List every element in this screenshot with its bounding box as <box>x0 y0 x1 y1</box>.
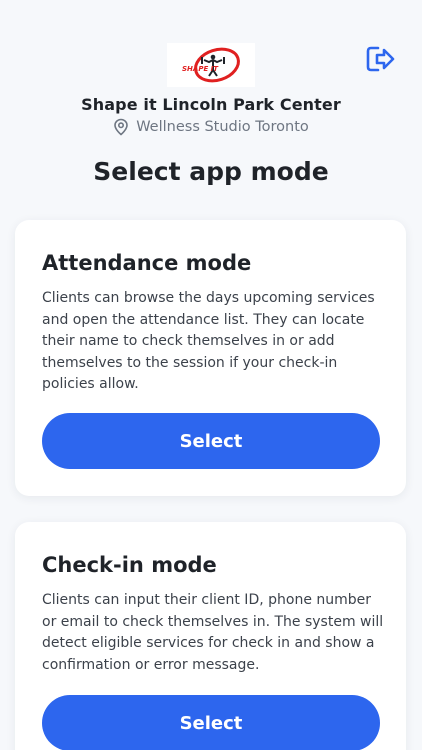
card-description: Clients can input their client ID, phone… <box>42 592 384 673</box>
studio-name: Shape it Lincoln Park Center <box>81 95 341 114</box>
logout-button[interactable] <box>364 44 398 74</box>
select-check-in-mode-button[interactable]: Select <box>42 695 380 750</box>
check-in-mode-card: Check-in mode Clients can input their cl… <box>15 522 406 750</box>
studio-location: Wellness Studio Toronto <box>0 118 422 136</box>
studio-logo: SHAPE IT <box>167 43 255 87</box>
location-pin-icon <box>114 118 128 136</box>
card-description: Clients can browse the days upcoming ser… <box>42 290 375 392</box>
svg-text:SHAPE IT: SHAPE IT <box>182 65 219 73</box>
card-title: Attendance mode <box>42 251 252 275</box>
shape-it-logo-icon: SHAPE IT <box>167 43 255 87</box>
attendance-mode-card: Attendance mode Clients can browse the d… <box>15 220 406 496</box>
select-attendance-mode-button[interactable]: Select <box>42 413 380 469</box>
location-label: Wellness Studio Toronto <box>136 119 309 135</box>
page-title: Select app mode <box>93 157 329 186</box>
app-mode-screen: SHAPE IT Shape it Lincoln Park Center We… <box>0 0 422 750</box>
card-title: Check-in mode <box>42 553 217 577</box>
logout-icon <box>366 46 395 72</box>
